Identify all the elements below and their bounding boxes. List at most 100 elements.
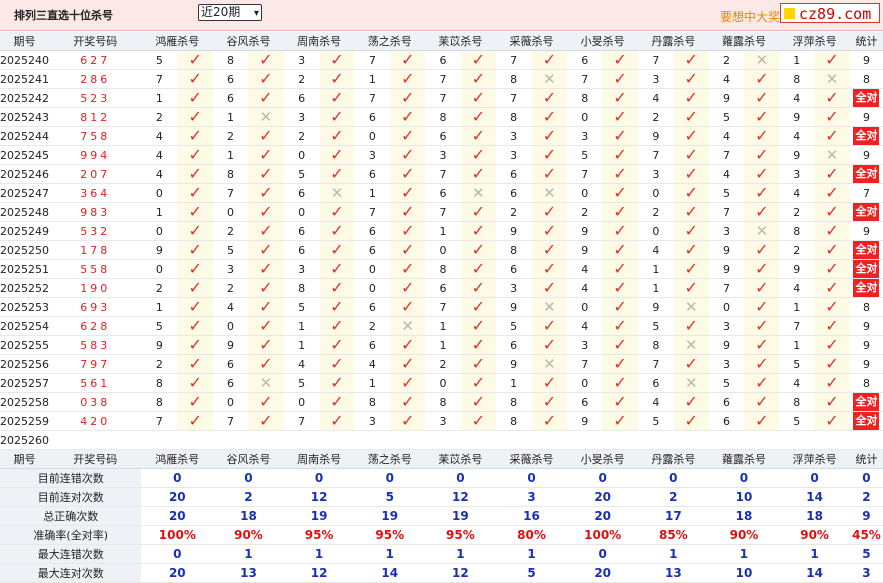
kill-number-cell: 4 bbox=[283, 354, 320, 374]
period-cell: 2025250 bbox=[0, 240, 49, 260]
result-cell: ✓ bbox=[673, 164, 709, 184]
kill-number-cell: 5 bbox=[567, 145, 603, 165]
result-cell: ✓ bbox=[602, 202, 639, 222]
current-kill-spacer bbox=[673, 430, 709, 450]
result-cell: ✓ bbox=[602, 50, 639, 70]
draw-number-cell: 994 bbox=[49, 145, 142, 165]
header-row: 期号 开奖号码 鸿雁杀号 谷风杀号 周南杀号 荡之杀号 苿苡杀号 采薇杀号 小旻杀号 丹露杀号 蕹露… bbox=[0, 32, 883, 51]
stat-row: 最大连对次数 20 13 12 14 12 5 20 13 10 14 3 bbox=[0, 563, 883, 583]
check-icon: ✓ bbox=[259, 221, 273, 240]
period-cell: 2025257 bbox=[0, 373, 49, 393]
check-icon: ✓ bbox=[330, 373, 344, 392]
table-row: 2025243 812 2 ✓ 1 ✕ 3 ✓ 6 ✓ 8 ✓ 8 ✓ 0 ✓ 2 ✓ 5 ✓ 9 ✓ 9 bbox=[0, 107, 883, 127]
result-cell: ✕ bbox=[673, 335, 709, 355]
result-cell: ✕ bbox=[744, 221, 780, 241]
result-cell: ✓ bbox=[744, 259, 780, 279]
chevron-down-icon: ▾ bbox=[253, 8, 259, 19]
check-icon: ✓ bbox=[684, 126, 698, 145]
stat-value: 5 bbox=[849, 544, 883, 564]
table-row: 2025254 628 5 ✓ 0 ✓ 1 ✓ 2 ✕ 1 ✓ 5 ✓ 4 ✓ 5 ✓ 3 ✓ 7 ✓ 9 bbox=[0, 316, 883, 336]
column-header: 丹露杀号 bbox=[638, 449, 709, 469]
result-cell: ✓ bbox=[177, 278, 214, 298]
result-cell: ✓ bbox=[177, 392, 214, 412]
check-icon: ✓ bbox=[755, 240, 769, 259]
result-cell: ✓ bbox=[460, 69, 496, 89]
result-cell: ✓ bbox=[744, 164, 780, 184]
stat-value: 20 bbox=[141, 563, 214, 583]
marquee-text: 要想中大奖 bbox=[720, 10, 781, 24]
kill-number-cell: 7 bbox=[213, 411, 248, 431]
kill-number-cell: 3 bbox=[708, 354, 745, 374]
result-cell: ✓ bbox=[390, 50, 426, 70]
check-icon: ✓ bbox=[755, 126, 769, 145]
check-icon: ✓ bbox=[330, 50, 344, 69]
column-header: 蕹露杀号 bbox=[708, 32, 780, 51]
check-icon: ✓ bbox=[613, 164, 627, 183]
kill-table: 期号 开奖号码 鸿雁杀号 谷风杀号 周南杀号 荡之杀号 苿苡杀号 采薇杀号 小旻杀号 丹露杀号 蕹露… bbox=[0, 32, 883, 583]
result-cell: ✓ bbox=[814, 164, 850, 184]
result-cell: ✓ bbox=[390, 259, 426, 279]
result-cell: ✕ bbox=[531, 297, 568, 317]
stat-value: 2 bbox=[213, 487, 284, 507]
period-cell: 2025245 bbox=[0, 145, 49, 165]
site-logo[interactable]: cz89.com bbox=[780, 3, 880, 23]
table-row: 2025241 286 7 ✓ 6 ✓ 2 ✓ 1 ✓ 7 ✓ 8 ✕ 7 ✓ 3 ✓ 4 ✓ 8 ✕ 8 bbox=[0, 69, 883, 89]
kill-number-cell: 3 bbox=[495, 278, 532, 298]
check-icon: ✓ bbox=[471, 50, 485, 69]
check-icon: ✓ bbox=[330, 316, 344, 335]
period-select[interactable]: 近20期 ▾ bbox=[198, 4, 262, 21]
kill-number-cell: 4 bbox=[779, 373, 815, 393]
kill-number-cell: 5 bbox=[213, 240, 248, 260]
result-cell: ✓ bbox=[460, 316, 496, 336]
kill-number-cell: 8 bbox=[354, 392, 391, 412]
result-cell: ✓ bbox=[602, 145, 639, 165]
kill-number-cell: 8 bbox=[495, 411, 532, 431]
kill-number-cell: 7 bbox=[708, 145, 745, 165]
result-cell: ✓ bbox=[602, 278, 639, 298]
result-cell: ✓ bbox=[460, 392, 496, 412]
check-icon: ✓ bbox=[259, 392, 273, 411]
kill-number-cell: 3 bbox=[425, 145, 461, 165]
result-cell: ✓ bbox=[247, 316, 284, 336]
current-kill-number: 9 bbox=[141, 430, 178, 450]
check-icon: ✓ bbox=[188, 373, 202, 392]
kill-number-cell: 7 bbox=[638, 354, 674, 374]
check-icon: ✓ bbox=[542, 411, 557, 430]
count-cell: 全对 bbox=[849, 164, 883, 184]
stat-value: 9 bbox=[849, 506, 883, 526]
kill-number-cell: 0 bbox=[425, 373, 461, 393]
result-cell: ✓ bbox=[247, 145, 284, 165]
cross-icon: ✕ bbox=[684, 297, 698, 316]
result-cell: ✓ bbox=[247, 392, 284, 412]
table-row: 2025246 207 4 ✓ 8 ✓ 5 ✓ 6 ✓ 7 ✓ 6 ✓ 7 ✓ 3 ✓ 4 ✓ 3 ✓ 全对 bbox=[0, 164, 883, 184]
kill-number-cell: 9 bbox=[638, 297, 674, 317]
kill-number-cell: 6 bbox=[354, 107, 391, 127]
kill-number-cell: 8 bbox=[213, 50, 248, 70]
period-cell: 2025255 bbox=[0, 335, 49, 355]
all-correct-badge: 全对 bbox=[853, 203, 880, 221]
check-icon: ✓ bbox=[471, 316, 485, 335]
result-cell: ✓ bbox=[319, 88, 355, 108]
result-cell: ✓ bbox=[531, 202, 568, 222]
kill-number-cell: 1 bbox=[779, 335, 815, 355]
result-cell: ✓ bbox=[460, 411, 496, 431]
check-icon: ✓ bbox=[684, 88, 698, 107]
current-kill-number: 4 bbox=[708, 430, 745, 450]
result-cell: ✓ bbox=[390, 297, 426, 317]
current-kill-number: 9 bbox=[213, 430, 248, 450]
check-icon: ✓ bbox=[330, 411, 344, 430]
stat-value: 0 bbox=[213, 468, 284, 488]
count-value: 8 bbox=[862, 72, 870, 86]
kill-number-cell: 9 bbox=[638, 126, 674, 146]
kill-number-cell: 7 bbox=[354, 50, 391, 70]
kill-number-cell: 7 bbox=[354, 88, 391, 108]
column-header: 期号 bbox=[0, 449, 49, 469]
result-cell: ✓ bbox=[177, 316, 214, 336]
count-cell: 9 bbox=[849, 50, 883, 70]
result-cell: ✓ bbox=[247, 88, 284, 108]
check-icon: ✓ bbox=[400, 69, 415, 88]
kill-number-cell: 6 bbox=[495, 164, 532, 184]
check-icon: ✓ bbox=[825, 354, 839, 373]
check-icon: ✓ bbox=[188, 240, 202, 259]
kill-number-cell: 7 bbox=[425, 69, 461, 89]
